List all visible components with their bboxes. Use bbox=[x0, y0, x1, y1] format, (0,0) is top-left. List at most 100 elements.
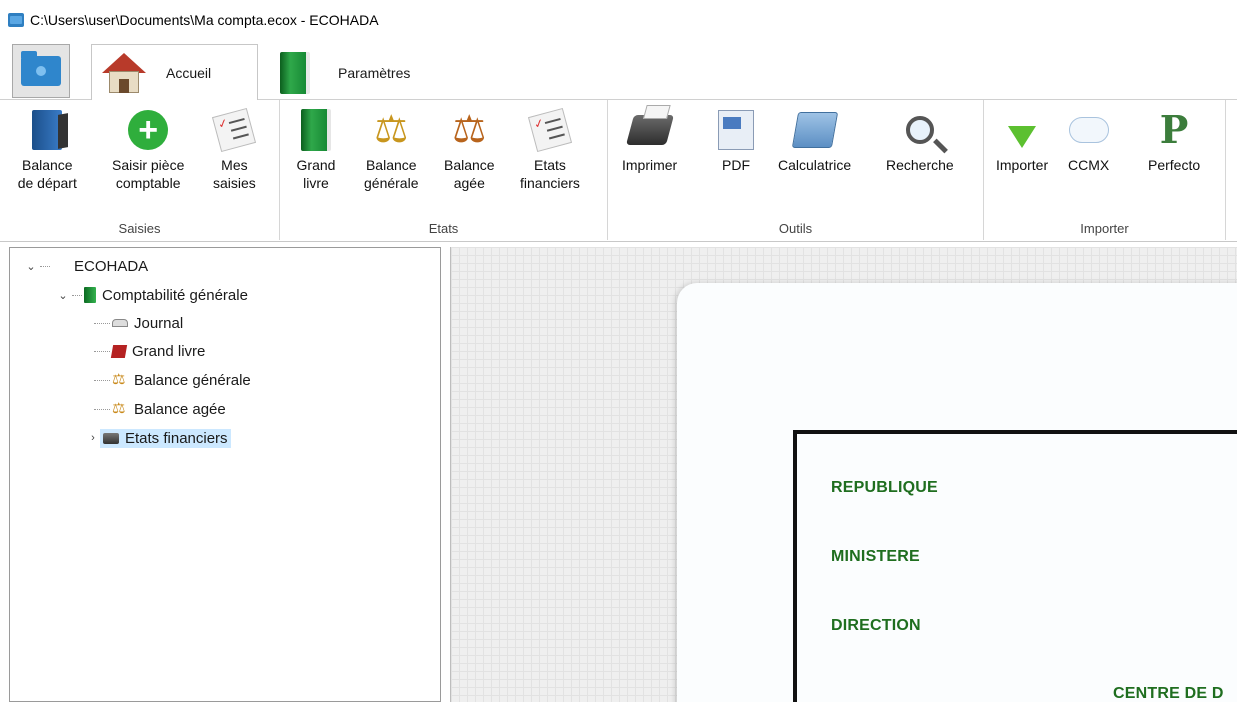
tree-item-label: Etats financiers bbox=[125, 429, 228, 447]
home-icon bbox=[100, 51, 148, 95]
tree-root-label: ECOHADA bbox=[74, 257, 149, 275]
window-title: C:\Users\user\Documents\Ma compta.ecox -… bbox=[30, 12, 379, 28]
print-label: Imprimer bbox=[622, 157, 678, 173]
scale-icon: ⚖ bbox=[112, 371, 126, 388]
perfecto-button[interactable]: P Perfecto bbox=[1148, 108, 1200, 174]
pdf-button[interactable]: PDF bbox=[716, 108, 756, 174]
ccmx-button[interactable]: CCMX bbox=[1068, 108, 1109, 174]
add-entry-label-1: Saisir pièce bbox=[112, 157, 185, 173]
document-frame bbox=[793, 430, 1237, 702]
calculator-icon bbox=[791, 112, 838, 148]
document-workspace: REPUBLIQUE MINISTERE DIRECTION CENTRE DE… bbox=[450, 247, 1237, 702]
perfecto-label: Perfecto bbox=[1148, 157, 1201, 173]
my-entries-icon bbox=[212, 107, 257, 153]
import-label: Importer bbox=[996, 157, 1049, 173]
group-etats: Grand livre ⚖ Balance générale ⚖ Balance… bbox=[280, 100, 608, 240]
group-importer: Importer CCMX P Perfecto Importer bbox=[984, 100, 1226, 240]
general-balance-button[interactable]: ⚖ Balance générale bbox=[364, 108, 419, 192]
my-entries-label-2: saisies bbox=[213, 175, 256, 191]
app-icon bbox=[8, 13, 24, 27]
tab-accueil-label: Accueil bbox=[166, 64, 212, 81]
print-button[interactable]: Imprimer bbox=[622, 108, 677, 174]
file-menu-button[interactable] bbox=[12, 44, 70, 98]
folder-icon bbox=[21, 51, 61, 86]
add-entry-label-2: comptable bbox=[115, 175, 181, 191]
printer-icon bbox=[103, 432, 119, 444]
tab-accueil[interactable]: Accueil bbox=[91, 44, 258, 101]
group-outils-label: Outils bbox=[778, 221, 813, 236]
financial-statements-icon bbox=[527, 107, 572, 153]
tree-item-label: Grand livre bbox=[132, 342, 206, 360]
aged-balance-label-1: Balance bbox=[444, 157, 495, 173]
green-book-icon bbox=[84, 287, 96, 303]
tab-parametres-label: Paramètres bbox=[338, 64, 411, 81]
tree-item-selected: Etats financiers bbox=[100, 428, 231, 448]
calculator-label: Calculatrice bbox=[778, 157, 852, 173]
tree-item-label: Balance générale bbox=[134, 371, 251, 389]
perfecto-icon: P bbox=[1159, 107, 1189, 152]
financial-statements-label-2: financiers bbox=[520, 175, 580, 191]
pdf-icon bbox=[718, 110, 754, 150]
chevron-right-icon[interactable]: › bbox=[86, 432, 100, 444]
group-saisies-label: Saisies bbox=[118, 221, 161, 236]
general-ledger-label-1: Grand bbox=[296, 157, 336, 173]
general-balance-icon: ⚖ bbox=[374, 109, 409, 151]
import-icon bbox=[1008, 126, 1037, 148]
import-button[interactable]: Importer bbox=[996, 108, 1048, 174]
ccmx-icon bbox=[1068, 108, 1109, 143]
tab-parametres[interactable]: Paramètres bbox=[278, 44, 458, 101]
opening-balance-label-2: de départ bbox=[17, 175, 77, 191]
aged-balance-icon: ⚖ bbox=[452, 109, 487, 151]
tree-node-general-accounting[interactable]: ⌄ Comptabilité générale bbox=[56, 284, 248, 306]
tree-group-label: Comptabilité générale bbox=[102, 286, 248, 304]
journal-icon bbox=[112, 319, 128, 327]
financial-statements-button[interactable]: Etats financiers bbox=[520, 107, 580, 192]
search-button[interactable]: Recherche bbox=[886, 108, 954, 174]
group-importer-label: Importer bbox=[1080, 221, 1129, 236]
general-balance-label-1: Balance bbox=[365, 157, 417, 173]
tree-node-root[interactable]: ⌄ ECOHADA bbox=[24, 255, 148, 277]
printer-icon bbox=[625, 115, 674, 145]
chevron-down-icon[interactable]: ⌄ bbox=[24, 260, 38, 273]
opening-balance-label-1: Balance bbox=[22, 157, 73, 173]
search-icon bbox=[905, 116, 934, 144]
tree-item-balance-agee[interactable]: ⚖ Balance agée bbox=[92, 398, 226, 420]
aged-balance-label-2: agée bbox=[453, 175, 485, 191]
tree-item-grand-livre[interactable]: Grand livre bbox=[92, 340, 205, 362]
title-bar: C:\Users\user\Documents\Ma compta.ecox -… bbox=[0, 0, 1237, 40]
ccmx-label: CCMX bbox=[1068, 157, 1110, 173]
ribbon-tab-row: Accueil Paramètres bbox=[0, 40, 1237, 101]
opening-balance-button[interactable]: Balance de départ bbox=[18, 108, 77, 192]
doc-line-ministere: MINISTERE bbox=[831, 548, 920, 565]
red-book-icon bbox=[110, 344, 128, 358]
group-outils: Imprimer PDF Calculatrice Recherche Outi… bbox=[608, 100, 984, 240]
doc-line-direction: DIRECTION bbox=[831, 617, 921, 634]
add-entry-button[interactable]: + Saisir pièce comptable bbox=[112, 108, 184, 192]
calculator-button[interactable]: Calculatrice bbox=[778, 108, 851, 174]
pdf-label: PDF bbox=[722, 157, 750, 173]
financial-statements-label-1: Etats bbox=[534, 157, 566, 173]
tree-item-journal[interactable]: Journal bbox=[92, 312, 183, 334]
aged-balance-button[interactable]: ⚖ Balance agée bbox=[444, 108, 495, 192]
my-entries-button[interactable]: Mes saisies bbox=[212, 107, 257, 192]
group-saisies: Balance de départ + Saisir pièce comptab… bbox=[0, 100, 280, 240]
tree-item-balance-generale[interactable]: ⚖ Balance générale bbox=[92, 369, 251, 391]
doc-line-republique: REPUBLIQUE bbox=[831, 479, 938, 496]
search-label: Recherche bbox=[886, 157, 954, 173]
navigation-tree[interactable]: ⌄ ECOHADA ⌄ Comptabilité générale Journa… bbox=[9, 247, 441, 702]
general-ledger-button[interactable]: Grand livre bbox=[296, 108, 336, 192]
tree-item-label: Balance agée bbox=[134, 400, 226, 418]
doc-line-centre: CENTRE DE D bbox=[1113, 685, 1224, 702]
add-entry-icon: + bbox=[128, 110, 169, 150]
general-balance-label-2: générale bbox=[364, 175, 419, 191]
ribbon: Balance de départ + Saisir pièce comptab… bbox=[0, 100, 1237, 242]
settings-book-icon bbox=[280, 51, 310, 94]
tree-item-etats-financiers[interactable]: › Etats financiers bbox=[86, 427, 231, 449]
chevron-down-icon[interactable]: ⌄ bbox=[56, 289, 70, 302]
tree-item-label: Journal bbox=[134, 314, 184, 332]
general-ledger-icon bbox=[301, 109, 331, 151]
scale-icon: ⚖ bbox=[112, 400, 126, 417]
document-page: REPUBLIQUE MINISTERE DIRECTION CENTRE DE… bbox=[677, 283, 1237, 702]
group-etats-label: Etats bbox=[428, 221, 459, 236]
my-entries-label-1: Mes bbox=[221, 157, 248, 173]
